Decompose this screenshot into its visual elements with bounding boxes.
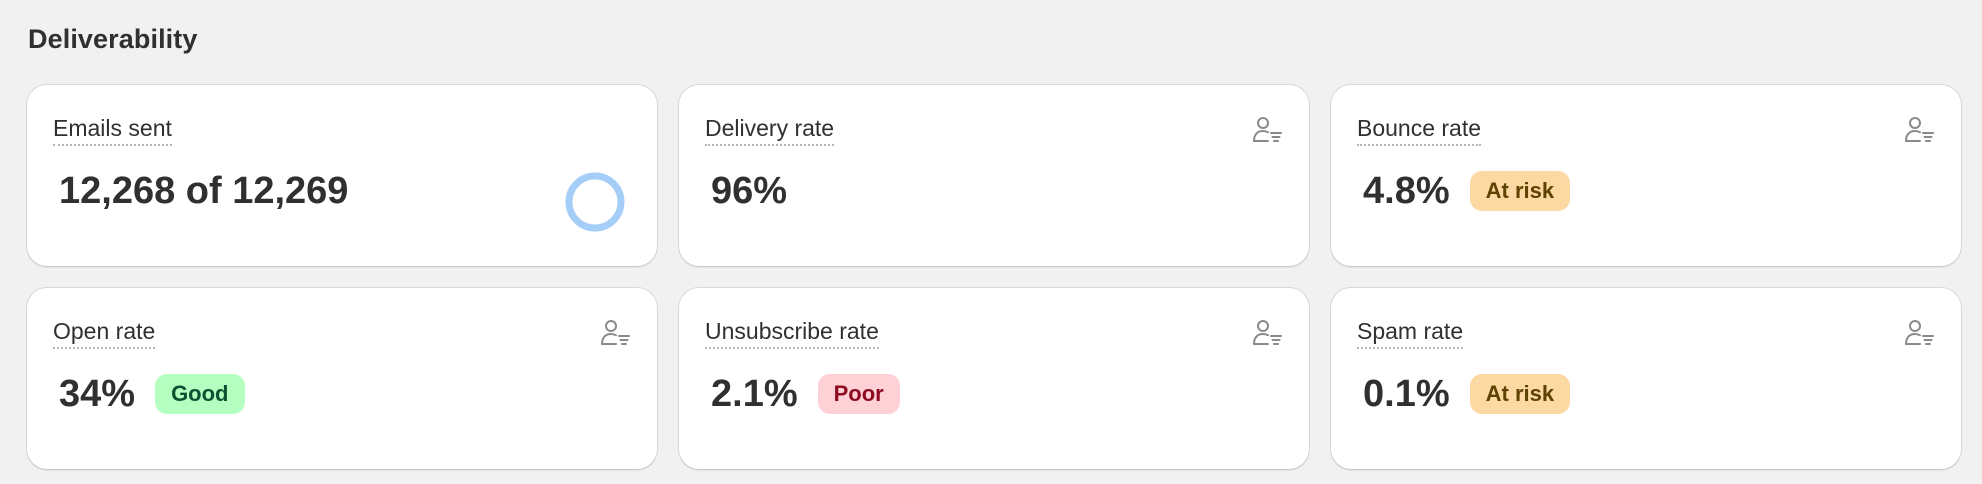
progress-ring-icon bbox=[565, 172, 625, 232]
delivery-rate-card: Delivery rate 96% bbox=[679, 85, 1309, 266]
bounce-rate-value-row: 4.8% At risk bbox=[1363, 169, 1571, 213]
customer-segment-icon[interactable] bbox=[1251, 317, 1283, 349]
spam-rate-value-row: 0.1% At risk bbox=[1363, 372, 1571, 416]
unsubscribe-rate-label[interactable]: Unsubscribe rate bbox=[705, 318, 879, 349]
delivery-rate-value: 96% bbox=[711, 170, 788, 212]
metrics-grid: Emails sent 12,268 of 12,269 Delivery ra… bbox=[27, 85, 1961, 469]
spam-rate-value: 0.1% bbox=[1363, 373, 1450, 415]
bounce-rate-card: Bounce rate 4.8% At risk bbox=[1331, 85, 1961, 266]
delivery-rate-label[interactable]: Delivery rate bbox=[705, 115, 835, 146]
emails-sent-card: Emails sent 12,268 of 12,269 bbox=[27, 85, 657, 266]
customer-segment-icon[interactable] bbox=[1903, 317, 1935, 349]
unsubscribe-rate-value: 2.1% bbox=[711, 373, 798, 415]
delivery-rate-value-row: 96% bbox=[711, 169, 787, 213]
status-badge: Poor bbox=[817, 374, 900, 414]
unsubscribe-rate-value-row: 2.1% Poor bbox=[711, 372, 900, 416]
open-rate-label[interactable]: Open rate bbox=[53, 318, 156, 349]
emails-sent-label[interactable]: Emails sent bbox=[53, 115, 172, 146]
customer-segment-icon[interactable] bbox=[599, 317, 631, 349]
bounce-rate-value: 4.8% bbox=[1363, 170, 1450, 212]
status-badge: Good bbox=[155, 374, 245, 414]
customer-segment-icon[interactable] bbox=[1251, 114, 1283, 146]
bounce-rate-label[interactable]: Bounce rate bbox=[1357, 115, 1482, 146]
section-title: Deliverability bbox=[28, 24, 198, 54]
status-badge: At risk bbox=[1469, 171, 1571, 211]
open-rate-card: Open rate 34% Good bbox=[27, 288, 657, 469]
customer-segment-icon[interactable] bbox=[1903, 114, 1935, 146]
spam-rate-card: Spam rate 0.1% At risk bbox=[1331, 288, 1961, 469]
open-rate-value: 34% bbox=[59, 373, 136, 415]
emails-sent-value: 12,268 of 12,269 bbox=[59, 170, 349, 212]
open-rate-value-row: 34% Good bbox=[59, 372, 245, 416]
unsubscribe-rate-card: Unsubscribe rate 2.1% Poor bbox=[679, 288, 1309, 469]
status-badge: At risk bbox=[1469, 374, 1571, 414]
spam-rate-label[interactable]: Spam rate bbox=[1357, 318, 1464, 349]
emails-sent-value-row: 12,268 of 12,269 bbox=[59, 169, 348, 213]
